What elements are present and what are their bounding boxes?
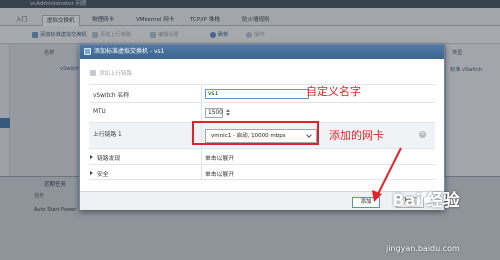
paw-icon xyxy=(420,192,434,203)
site-url-watermark: jingyan.baidu.com xyxy=(386,244,460,253)
annotation-arrow xyxy=(372,147,402,202)
